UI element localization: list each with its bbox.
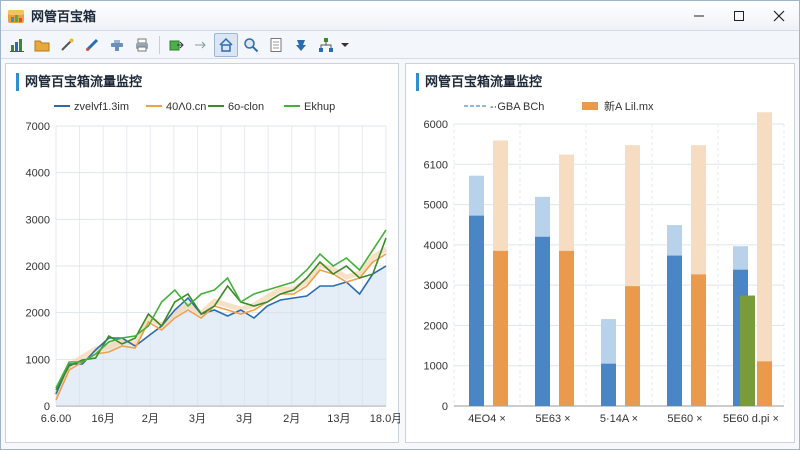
chart-button[interactable] (5, 33, 29, 57)
x-tick-label: 5E63 × (535, 413, 570, 425)
x-tick-label: 18.0月 (370, 413, 400, 425)
maximize-icon (734, 10, 744, 21)
document-icon (270, 37, 282, 52)
y-tick-label: 4000 (26, 168, 50, 180)
edit-icon (85, 38, 99, 51)
home-button[interactable] (214, 32, 238, 57)
y-tick-label: 7000 (26, 121, 50, 133)
bar-chart: 0 1000 2000 3000 4000 5000 6100 6000 4EO4 × 5E63 … (424, 99, 785, 425)
legend-label: -·GBA BCh (490, 101, 544, 113)
y-tick-label: 1000 (424, 361, 448, 373)
legend-label: 6o-clon (228, 101, 264, 113)
toolbar (1, 31, 799, 59)
x-tick-label: 3月 (236, 413, 253, 425)
y-tick-label: 3000 (26, 214, 50, 226)
legend-swatch (582, 102, 598, 110)
printer-icon (136, 38, 148, 51)
bar (493, 250, 508, 406)
legend-label: 新A Lil.mx (604, 99, 654, 113)
title-bar[interactable]: 网管百宝箱 (1, 1, 799, 31)
traffic-line-chart-panel: 网管百宝箱流量监控 0 1000 2000 2000 3000 4000 7000 6.6.0… (5, 63, 400, 443)
chart-icon (10, 38, 24, 52)
x-tick-label: 16月 (92, 413, 115, 425)
chevron-down-icon (341, 42, 349, 47)
bar (535, 236, 550, 406)
bar (625, 286, 640, 406)
minimize-icon (694, 15, 704, 16)
search-icon (244, 37, 259, 52)
wand-button[interactable] (55, 33, 79, 57)
pin-icon (296, 39, 306, 51)
bar (559, 250, 574, 406)
x-tick-label: 5·14A × (600, 413, 638, 425)
edit-button[interactable] (80, 33, 104, 57)
x-tick-label: 2月 (283, 413, 300, 425)
folder-button[interactable] (30, 33, 54, 57)
bar (691, 274, 706, 406)
y-tick-label: 6100 (424, 159, 448, 171)
legend-label: zvelvf1.3im (74, 101, 129, 113)
home-icon (219, 37, 233, 52)
x-tick-label: 4EO4 × (468, 413, 506, 425)
arrows-icon (195, 41, 206, 48)
close-button[interactable] (759, 1, 799, 30)
x-tick-label: 13月 (327, 413, 350, 425)
close-icon (773, 10, 785, 21)
y-tick-label: 1000 (26, 354, 50, 366)
bar (667, 255, 682, 406)
y-tick-label: 2000 (424, 320, 448, 332)
y-tick-label: 0 (44, 401, 50, 413)
legend-label: 40Λ0.cn (166, 101, 206, 113)
y-tick-label: 6000 (424, 119, 448, 131)
folder-icon (34, 40, 50, 51)
x-tick-label: 5E60 × (667, 413, 702, 425)
bar (757, 361, 772, 406)
network-icon (319, 37, 333, 52)
app-window: 网管百宝箱 网管百宝箱流量监控 0 1000 2000 2000 3000 40… (0, 0, 800, 450)
y-tick-label: 2000 (26, 261, 50, 273)
window-title: 网管百宝箱 (31, 9, 97, 24)
toolbar-separator (159, 35, 160, 54)
x-tick-label: 2月 (142, 413, 159, 425)
minimize-button[interactable] (679, 1, 719, 30)
x-tick-label: 5E60 d.pi × (723, 413, 779, 425)
search-button[interactable] (239, 33, 263, 57)
export-button[interactable] (164, 33, 188, 57)
y-tick-label: 2000 (26, 308, 50, 320)
tools-button[interactable] (105, 33, 129, 57)
arrows-button[interactable] (189, 33, 213, 57)
bar (601, 363, 616, 406)
printer-button[interactable] (130, 33, 154, 57)
traffic-bar-chart-panel: 网管百宝箱流量监控 0 1000 2000 3000 4000 5000 6100 6000 4… (405, 63, 795, 443)
y-tick-label: 5000 (424, 200, 448, 212)
y-tick-label: 0 (442, 401, 448, 413)
x-tick-label: 3月 (189, 413, 206, 425)
maximize-button[interactable] (719, 1, 759, 30)
x-tick-label: 6.6.00 (41, 413, 72, 425)
export-icon (169, 40, 184, 50)
bar (469, 215, 484, 406)
y-tick-label: 3000 (424, 280, 448, 292)
wand-icon (61, 38, 74, 51)
line-chart: 0 1000 2000 2000 3000 4000 7000 6.6.00 16月 2月 3月 3月… (26, 101, 400, 425)
y-tick-label: 4000 (424, 240, 448, 252)
tools-icon (111, 39, 123, 51)
toolbar-dropdown[interactable] (339, 33, 351, 57)
document-button[interactable] (264, 33, 288, 57)
app-icon (8, 9, 24, 23)
network-button[interactable] (314, 33, 338, 57)
bar (740, 295, 755, 406)
pin-button[interactable] (289, 33, 313, 57)
legend-label: Ekhup (304, 101, 335, 113)
